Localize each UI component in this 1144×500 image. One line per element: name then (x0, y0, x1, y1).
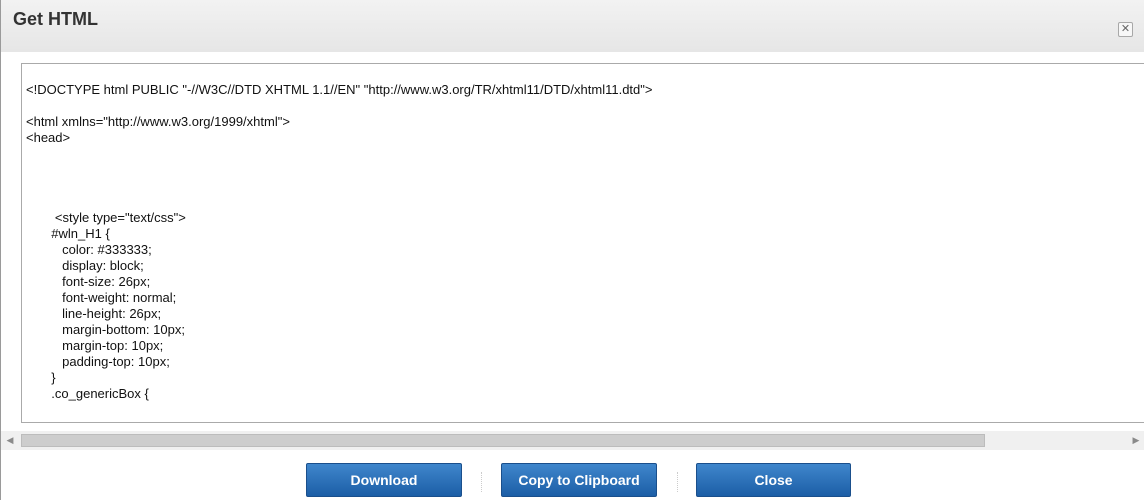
dialog-title: Get HTML (13, 9, 98, 29)
code-line: color: #333333; (26, 242, 152, 257)
copy-to-clipboard-button[interactable]: Copy to Clipboard (501, 463, 657, 497)
html-code-content: <!DOCTYPE html PUBLIC "-//W3C//DTD XHTML… (26, 82, 652, 402)
scroll-right-arrow-icon[interactable]: ▶ (1129, 433, 1143, 447)
dialog-titlebar: Get HTML ✕ (1, 0, 1144, 52)
button-separator (481, 472, 482, 492)
code-line: margin-bottom: 10px; (26, 322, 185, 337)
close-button[interactable]: Close (696, 463, 851, 497)
code-line: <head> (26, 130, 71, 145)
code-line: line-height: 26px; (26, 306, 162, 321)
button-separator (677, 472, 678, 492)
download-button[interactable]: Download (306, 463, 462, 497)
get-html-dialog: Get HTML ✕ <!DOCTYPE html PUBLIC "-//W3C… (0, 0, 1144, 500)
code-line: .co_genericBox { (26, 386, 149, 401)
html-code-textarea[interactable]: <!DOCTYPE html PUBLIC "-//W3C//DTD XHTML… (21, 63, 1144, 423)
code-line: #wln_H1 { (26, 226, 110, 241)
code-line: display: block; (26, 258, 144, 273)
scrollbar-thumb[interactable] (21, 434, 985, 447)
code-line: <!DOCTYPE html PUBLIC "-//W3C//DTD XHTML… (26, 82, 653, 97)
code-line: <style type="text/css"> (26, 210, 186, 225)
code-line: margin-top: 10px; (26, 338, 164, 353)
dialog-footer: Download Copy to Clipboard Close (1, 450, 1144, 500)
scroll-left-arrow-icon[interactable]: ◀ (3, 433, 17, 447)
code-line: font-weight: normal; (26, 290, 177, 305)
code-line: } (26, 370, 56, 385)
code-line: <html xmlns="http://www.w3.org/1999/xhtm… (26, 114, 290, 129)
close-icon[interactable]: ✕ (1118, 22, 1133, 37)
code-line: padding-top: 10px; (26, 354, 170, 369)
code-line: font-size: 26px; (26, 274, 151, 289)
horizontal-scrollbar[interactable]: ◀ ▶ (1, 431, 1144, 450)
